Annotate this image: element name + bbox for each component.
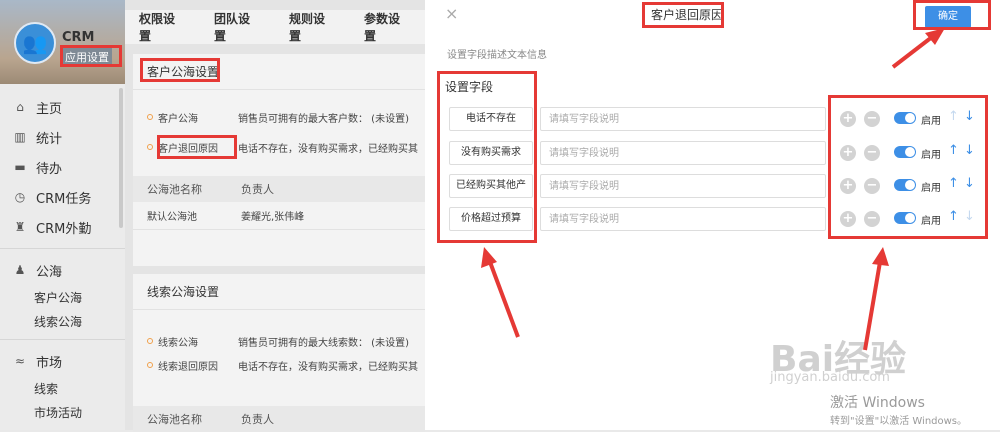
app: 👥 CRM 应用设置 ⌂ 主页 ▥ 统计 ▬ 待办 ◷ CRM任务 ♜ CRM外…	[0, 0, 1000, 432]
annotation-arrows	[481, 28, 945, 351]
